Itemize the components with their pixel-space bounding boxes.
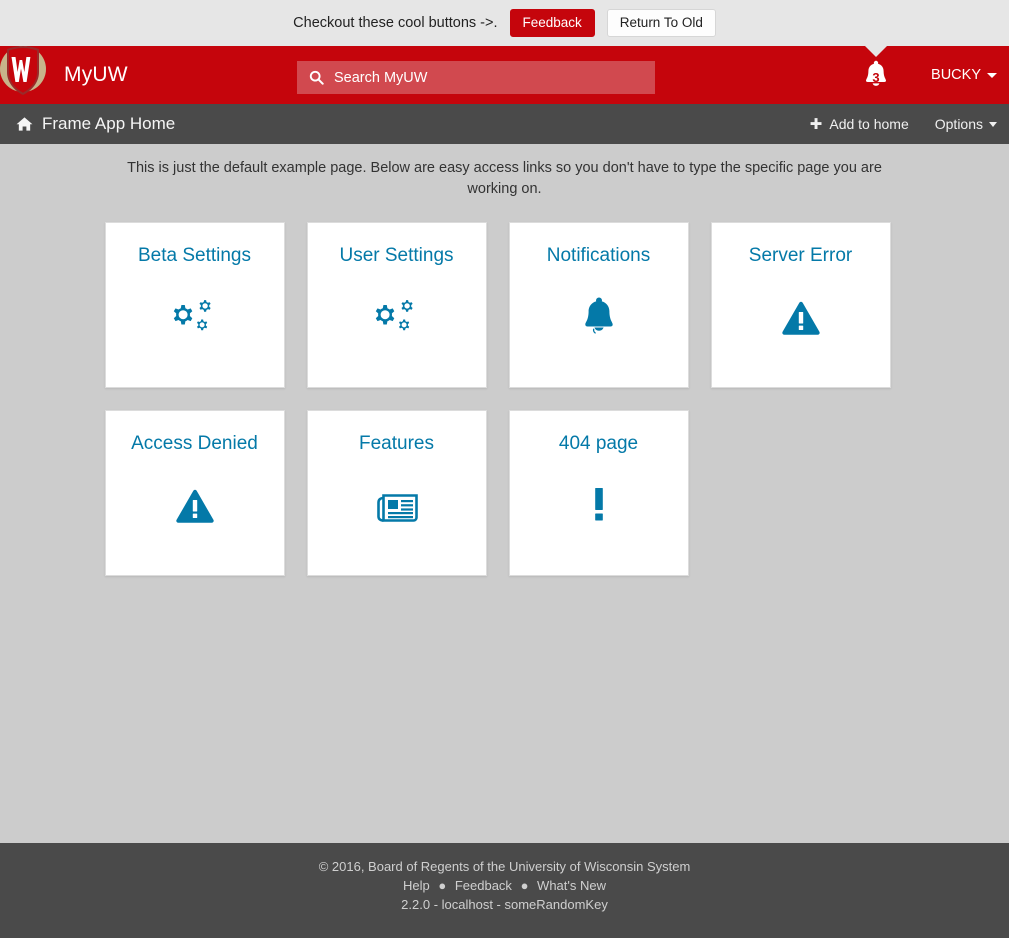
card-title: Features	[359, 433, 434, 454]
uw-crest-logo[interactable]	[0, 39, 46, 101]
footer-link-help[interactable]: Help	[403, 878, 430, 893]
feedback-button[interactable]: Feedback	[509, 8, 595, 38]
card-404-page[interactable]: 404 page	[508, 410, 689, 576]
user-menu-label: BUCKY	[931, 67, 981, 83]
promo-bar: Checkout these cool buttons ->. Feedback…	[0, 0, 1009, 46]
card-access-denied[interactable]: Access Denied	[104, 410, 285, 576]
brand-bar: MyUW 3 BUCKY	[0, 46, 1009, 104]
footer-copyright: © 2016, Board of Regents of the Universi…	[318, 859, 691, 874]
bell-icon	[578, 289, 620, 347]
card-beta-settings[interactable]: Beta Settings	[104, 222, 285, 388]
user-menu[interactable]: BUCKY	[931, 46, 997, 104]
intro-text: This is just the default example page. B…	[127, 160, 882, 197]
notifications-bell[interactable]: 3	[859, 46, 893, 94]
bell-icon	[866, 60, 886, 86]
card-title: Notifications	[546, 245, 651, 266]
exclamation-icon	[589, 477, 609, 535]
search-icon	[309, 70, 324, 85]
cogs-icon	[170, 289, 220, 347]
warning-triangle-icon	[172, 477, 218, 535]
chevron-down-icon	[987, 72, 997, 78]
return-to-old-button[interactable]: Return To Old	[606, 8, 716, 38]
card-features[interactable]: Features	[306, 410, 487, 576]
card-title: 404 page	[558, 433, 639, 454]
subheader-actions: ✚ Add to home Options	[810, 116, 997, 132]
chevron-down-icon	[989, 121, 997, 127]
card-title: User Settings	[339, 245, 454, 266]
card-server-error[interactable]: Server Error	[710, 222, 891, 388]
card-user-settings[interactable]: User Settings	[306, 222, 487, 388]
card-title: Access Denied	[131, 433, 258, 454]
notification-notch-caret	[865, 46, 887, 57]
options-menu[interactable]: Options	[935, 116, 997, 132]
app-subheader: Frame App Home ✚ Add to home Options	[0, 104, 1009, 144]
add-to-home-button[interactable]: ✚ Add to home	[810, 116, 909, 132]
footer-separator: ●	[520, 878, 529, 893]
card-title: Beta Settings	[137, 245, 252, 266]
card-title: Server Error	[748, 245, 853, 266]
brand-title[interactable]: MyUW	[64, 63, 128, 87]
search-input[interactable]	[334, 69, 624, 86]
page-footer: © 2016, Board of Regents of the Universi…	[0, 843, 1009, 938]
app-card-grid: Beta Settings User Settings Notification…	[104, 222, 905, 576]
options-label: Options	[934, 116, 983, 132]
promo-text: Checkout these cool buttons ->.	[293, 15, 498, 31]
footer-separator: ●	[438, 878, 447, 893]
warning-triangle-icon	[778, 289, 824, 347]
home-icon	[16, 116, 33, 132]
footer-link-feedback[interactable]: Feedback	[455, 878, 512, 893]
footer-link-whats-new[interactable]: What's New	[537, 878, 606, 893]
search-bar[interactable]	[297, 61, 655, 94]
add-to-home-label: Add to home	[829, 116, 909, 132]
page-title-text: Frame App Home	[42, 114, 176, 133]
newspaper-icon	[373, 477, 421, 535]
card-notifications[interactable]: Notifications	[508, 222, 689, 388]
page-title: Frame App Home	[16, 114, 175, 134]
plus-icon: ✚	[809, 115, 823, 133]
footer-version: 2.2.0 - localhost - someRandomKey	[401, 897, 608, 912]
cogs-icon	[372, 289, 422, 347]
main-content: This is just the default example page. B…	[0, 144, 1009, 842]
footer-links: Help ● Feedback ● What's New	[0, 876, 1009, 895]
